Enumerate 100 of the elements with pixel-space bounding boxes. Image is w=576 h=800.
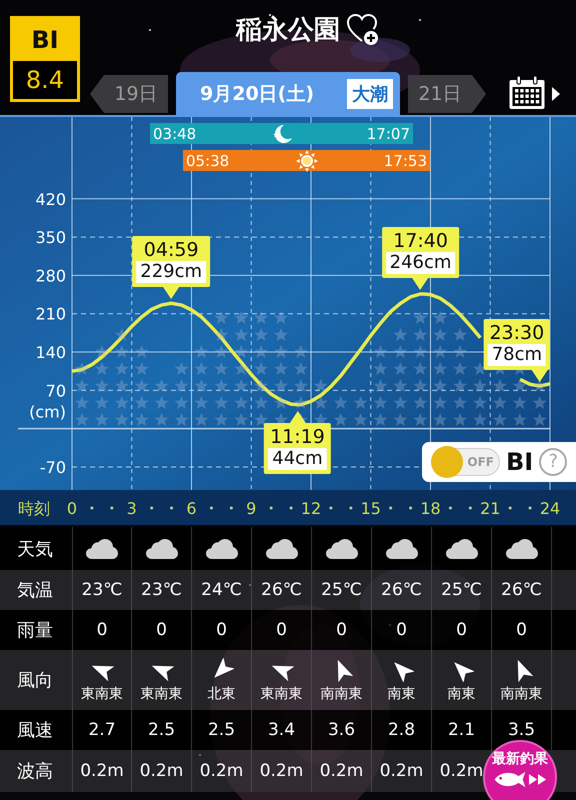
table-cell: 0.2m xyxy=(440,761,484,781)
tick-dot xyxy=(349,506,352,510)
calendar-icon[interactable] xyxy=(508,75,546,111)
wind-direction: 北東 xyxy=(208,684,236,702)
table-cell: 3.4 xyxy=(268,720,296,740)
wind-direction: 東南東 xyxy=(81,684,123,702)
wind-direction: 南南東 xyxy=(320,684,362,702)
bi-toggle-label: BI xyxy=(506,448,534,476)
time-axis-title: 時刻 xyxy=(18,499,50,518)
tick-dot xyxy=(290,506,293,510)
next-arrow-icon[interactable] xyxy=(552,87,560,101)
bi-toggle-switch[interactable]: OFF xyxy=(432,448,500,476)
tick-dot xyxy=(170,506,174,510)
table-cell: 0.2m xyxy=(200,761,244,781)
tick-dot xyxy=(528,506,532,510)
wind-direction: 南東 xyxy=(388,684,416,702)
table-cell: 3.6 xyxy=(328,720,356,740)
axis-tick-label: -70 xyxy=(40,458,66,477)
tick-dot xyxy=(508,506,512,510)
table-cell: 26℃ xyxy=(381,580,422,600)
tick-dot xyxy=(329,506,332,510)
bi-score-badge[interactable]: BI 8.4 xyxy=(10,16,80,102)
tick-dot xyxy=(210,506,213,510)
tick-dot xyxy=(409,506,412,510)
row-label: 雨量 xyxy=(16,619,54,643)
row-label: 風速 xyxy=(16,719,54,743)
table-cell: 23℃ xyxy=(82,580,122,600)
table-cell: 26℃ xyxy=(261,580,302,600)
table-cell: 0 xyxy=(156,620,167,640)
spot-title: 稲永公園 xyxy=(236,14,340,47)
tick-dot xyxy=(448,506,452,510)
table-cell: 0 xyxy=(336,620,347,640)
cloud-icon xyxy=(326,538,358,558)
tide-height: 246cm xyxy=(386,252,456,274)
table-cell: 3.5 xyxy=(508,720,536,740)
axis-tick-label: 12 xyxy=(300,499,322,518)
set-time: 17:53 xyxy=(384,152,427,170)
axis-tick-label: 18 xyxy=(420,499,441,518)
table-cell: 0 xyxy=(456,620,467,640)
tide-type-badge: 大潮 xyxy=(347,78,393,108)
axis-tick-label: 9 xyxy=(246,499,256,518)
axis-tick-label: 140 xyxy=(35,343,66,362)
axis-tick-label: 420 xyxy=(35,190,66,209)
help-button[interactable]: ? xyxy=(539,448,568,476)
axis-tick-label: 210 xyxy=(35,304,66,324)
axis-tick-label: 24 xyxy=(540,499,560,518)
tide-height: 78cm xyxy=(488,344,546,366)
tide-height: 44cm xyxy=(268,448,327,470)
cloud-icon xyxy=(206,538,238,558)
cloud-icon xyxy=(446,538,478,558)
table-cell: 0 xyxy=(216,620,227,640)
table-cell: 2.5 xyxy=(148,720,176,740)
axis-unit-label: (cm) xyxy=(29,402,66,422)
tick-dot xyxy=(150,506,154,510)
axis-tick-label: 0 xyxy=(66,499,78,518)
date-tab[interactable]: 9月20日(土) 大潮 xyxy=(176,72,400,115)
cloud-icon xyxy=(266,538,298,558)
table-cell: 0.2m xyxy=(380,761,424,781)
bi-score: 8.4 xyxy=(24,65,66,96)
table-cell: 24℃ xyxy=(201,580,242,600)
table-cell: 0.2m xyxy=(260,761,304,781)
tide-time: 04:59 xyxy=(144,239,199,262)
row-label: 風向 xyxy=(16,669,54,693)
tide-height: 229cm xyxy=(136,261,206,284)
axis-tick-label: 280 xyxy=(35,266,66,286)
cloud-icon xyxy=(386,538,418,558)
wind-direction: 東南東 xyxy=(140,684,182,702)
table-cell: 2.5 xyxy=(208,720,236,740)
cloud-icon xyxy=(146,538,178,558)
tick-dot xyxy=(110,506,114,510)
favorite-add-icon[interactable] xyxy=(346,12,380,46)
tide-time: 11:19 xyxy=(270,426,325,448)
row-label: 気温 xyxy=(16,579,54,603)
table-cell: 2.7 xyxy=(88,720,116,740)
moon-icon xyxy=(272,124,292,144)
rise-time: 03:48 xyxy=(153,124,196,142)
fast-forward-icon xyxy=(529,774,547,785)
tick-dot xyxy=(230,506,233,510)
rise-time: 05:38 xyxy=(186,152,230,170)
table-cell: 0 xyxy=(516,620,527,640)
table-cell: 0.2m xyxy=(320,761,364,781)
table-cell: 23℃ xyxy=(141,580,182,600)
table-cell: 0 xyxy=(276,620,287,640)
axis-tick-label: 350 xyxy=(35,228,66,248)
date-label: 9月20日(土) xyxy=(200,82,314,106)
cloud-icon xyxy=(86,538,118,558)
date-tab[interactable]: 21日 xyxy=(408,75,486,113)
wind-direction: 東南東 xyxy=(260,684,302,702)
row-label: 波高 xyxy=(16,760,54,784)
tide-time: 23:30 xyxy=(489,322,544,344)
cloud-icon xyxy=(506,538,538,558)
tick-dot xyxy=(90,506,94,510)
tick-dot xyxy=(468,506,472,510)
tick-dot xyxy=(270,506,273,510)
table-cell: 0.2m xyxy=(140,761,184,781)
table-cell: 0 xyxy=(396,620,407,640)
fish-icon xyxy=(493,771,527,788)
wind-direction: 南東 xyxy=(448,684,476,702)
sun-icon xyxy=(296,150,318,172)
date-tab[interactable]: 19日 xyxy=(90,75,168,113)
